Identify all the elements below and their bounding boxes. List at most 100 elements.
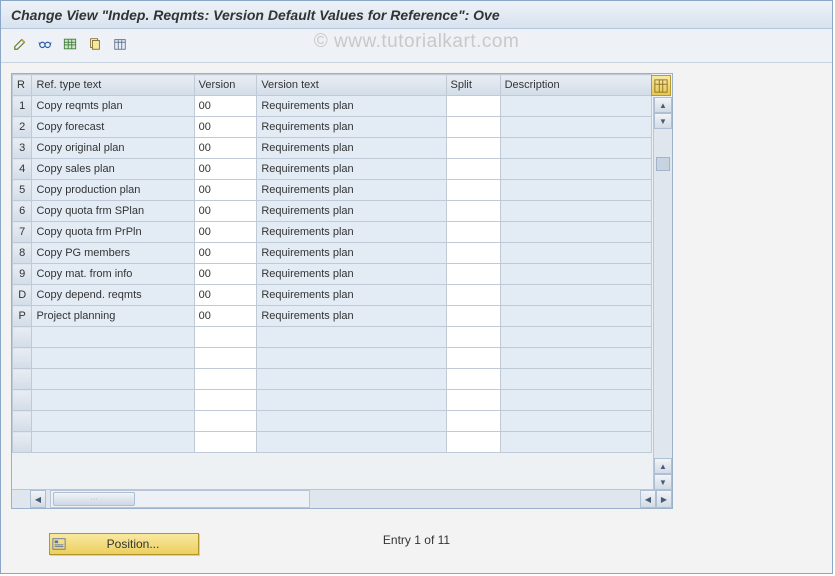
row-header[interactable] — [13, 432, 32, 453]
copy-as-button[interactable] — [84, 33, 106, 55]
table-row[interactable]: 4Copy sales plan00Requirements plan — [13, 159, 652, 180]
col-header-reftype[interactable]: Ref. type text — [32, 75, 194, 96]
cell-description[interactable] — [500, 327, 651, 348]
cell-version-text[interactable]: Requirements plan — [257, 201, 446, 222]
cell-version-text[interactable] — [257, 411, 446, 432]
row-header[interactable] — [13, 327, 32, 348]
cell-split[interactable] — [446, 117, 500, 138]
col-header-description[interactable]: Description — [500, 75, 651, 96]
scroll-up-icon[interactable]: ▲ — [654, 97, 672, 113]
cell-version-text[interactable]: Requirements plan — [257, 180, 446, 201]
cell-split[interactable] — [446, 348, 500, 369]
cell-version[interactable]: 00 — [194, 201, 257, 222]
row-header[interactable]: 5 — [13, 180, 32, 201]
cell-description[interactable] — [500, 411, 651, 432]
cell-version[interactable] — [194, 327, 257, 348]
hscroll-track[interactable]: ··· — [50, 490, 310, 508]
table-row[interactable]: 8Copy PG members00Requirements plan — [13, 243, 652, 264]
row-header[interactable]: 6 — [13, 201, 32, 222]
cell-version-text[interactable] — [257, 327, 446, 348]
edit-entry-button[interactable] — [9, 33, 31, 55]
cell-version[interactable]: 00 — [194, 180, 257, 201]
cell-ref-type[interactable] — [32, 432, 194, 453]
table-row[interactable]: 3Copy original plan00Requirements plan — [13, 138, 652, 159]
table-row-empty[interactable] — [13, 390, 652, 411]
cell-version-text[interactable]: Requirements plan — [257, 243, 446, 264]
cell-version[interactable]: 00 — [194, 96, 257, 117]
table-row-empty[interactable] — [13, 327, 652, 348]
cell-description[interactable] — [500, 369, 651, 390]
cell-ref-type[interactable]: Copy quota frm PrPln — [32, 222, 194, 243]
cell-version[interactable] — [194, 390, 257, 411]
row-header[interactable]: 3 — [13, 138, 32, 159]
delete-button[interactable] — [109, 33, 131, 55]
cell-version-text[interactable]: Requirements plan — [257, 159, 446, 180]
cell-split[interactable] — [446, 264, 500, 285]
cell-description[interactable] — [500, 138, 651, 159]
cell-description[interactable] — [500, 201, 651, 222]
cell-split[interactable] — [446, 180, 500, 201]
cell-split[interactable] — [446, 432, 500, 453]
cell-version-text[interactable]: Requirements plan — [257, 222, 446, 243]
cell-description[interactable] — [500, 348, 651, 369]
cell-version[interactable]: 00 — [194, 306, 257, 327]
table-row[interactable]: 9Copy mat. from info00Requirements plan — [13, 264, 652, 285]
scroll-right-icon[interactable]: ▶ — [656, 490, 672, 508]
cell-version-text[interactable]: Requirements plan — [257, 138, 446, 159]
cell-description[interactable] — [500, 222, 651, 243]
vscroll-track[interactable] — [654, 129, 672, 458]
cell-ref-type[interactable]: Copy depend. reqmts — [32, 285, 194, 306]
hscroll-thumb[interactable]: ··· — [53, 492, 135, 506]
cell-ref-type[interactable]: Copy mat. from info — [32, 264, 194, 285]
cell-version-text[interactable] — [257, 432, 446, 453]
cell-version[interactable]: 00 — [194, 222, 257, 243]
table-row-empty[interactable] — [13, 411, 652, 432]
col-header-row[interactable]: R — [13, 75, 32, 96]
row-header[interactable]: 9 — [13, 264, 32, 285]
table-row[interactable]: 7Copy quota frm PrPln00Requirements plan — [13, 222, 652, 243]
row-header[interactable]: 8 — [13, 243, 32, 264]
cell-split[interactable] — [446, 138, 500, 159]
cell-description[interactable] — [500, 117, 651, 138]
table-row-empty[interactable] — [13, 348, 652, 369]
cell-split[interactable] — [446, 222, 500, 243]
glasses-button[interactable] — [34, 33, 56, 55]
position-button[interactable]: Position... — [49, 533, 199, 555]
scroll-down-icon[interactable]: ▼ — [654, 474, 672, 490]
cell-split[interactable] — [446, 390, 500, 411]
row-header[interactable]: P — [13, 306, 32, 327]
cell-description[interactable] — [500, 180, 651, 201]
cell-version[interactable]: 00 — [194, 264, 257, 285]
row-header[interactable]: 7 — [13, 222, 32, 243]
cell-version-text[interactable] — [257, 348, 446, 369]
cell-version-text[interactable]: Requirements plan — [257, 306, 446, 327]
cell-description[interactable] — [500, 285, 651, 306]
cell-split[interactable] — [446, 243, 500, 264]
table-row-empty[interactable] — [13, 369, 652, 390]
cell-version[interactable] — [194, 411, 257, 432]
cell-ref-type[interactable]: Copy production plan — [32, 180, 194, 201]
vscroll-marker[interactable] — [656, 157, 670, 171]
cell-ref-type[interactable]: Copy quota frm SPlan — [32, 201, 194, 222]
cell-description[interactable] — [500, 159, 651, 180]
cell-version-text[interactable]: Requirements plan — [257, 117, 446, 138]
cell-ref-type[interactable]: Copy PG members — [32, 243, 194, 264]
row-header[interactable]: D — [13, 285, 32, 306]
cell-description[interactable] — [500, 243, 651, 264]
cell-ref-type[interactable] — [32, 348, 194, 369]
cell-split[interactable] — [446, 306, 500, 327]
scroll-up-step-icon[interactable]: ▲ — [654, 458, 672, 474]
cell-ref-type[interactable] — [32, 390, 194, 411]
cell-version[interactable]: 00 — [194, 159, 257, 180]
cell-description[interactable] — [500, 390, 651, 411]
cell-version[interactable]: 00 — [194, 243, 257, 264]
cell-split[interactable] — [446, 369, 500, 390]
cell-version[interactable] — [194, 432, 257, 453]
cell-version[interactable]: 00 — [194, 117, 257, 138]
cell-ref-type[interactable] — [32, 327, 194, 348]
cell-split[interactable] — [446, 327, 500, 348]
col-header-version[interactable]: Version — [194, 75, 257, 96]
row-header[interactable] — [13, 369, 32, 390]
cell-description[interactable] — [500, 306, 651, 327]
col-header-versiontext[interactable]: Version text — [257, 75, 446, 96]
